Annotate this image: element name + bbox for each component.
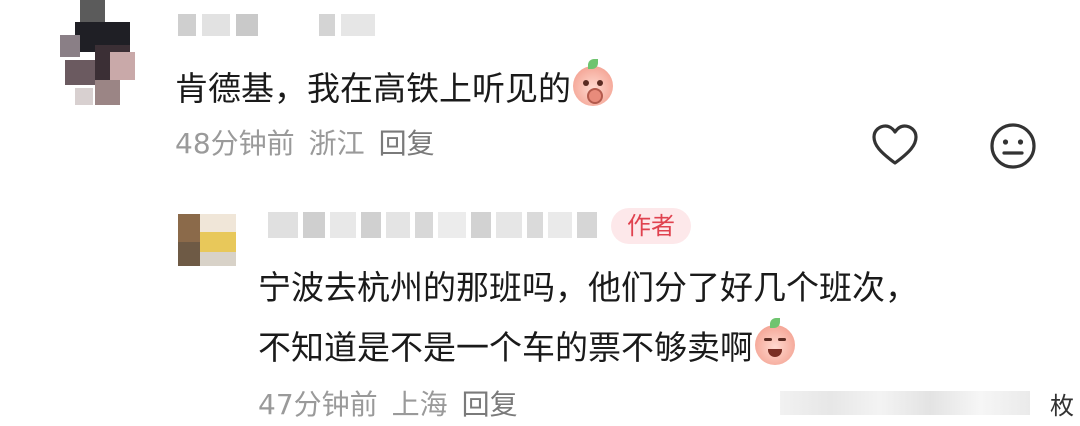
neutral-face-icon[interactable] [988, 121, 1038, 171]
reply-location: 上海 [391, 388, 448, 421]
like-heart-icon[interactable] [870, 121, 920, 171]
reply-time: 47分钟前 [258, 388, 378, 421]
reply-text-line2-content: 不知道是不是一个车的票不够卖啊 [258, 328, 753, 367]
comment-text-content: 肯德基，我在高铁上听见的 [175, 69, 571, 108]
reply-name-blurred[interactable] [268, 212, 602, 246]
author-badge: 作者 [611, 208, 691, 244]
crying-laughing-emoji-icon [755, 318, 795, 365]
comment-meta: 48分钟前 浙江 回复 [175, 127, 449, 161]
reply-text-line2: 不知道是不是一个车的票不够卖啊 [258, 318, 795, 368]
commenter-avatar[interactable] [55, 0, 150, 105]
commenter-name-blurred[interactable] [178, 14, 381, 40]
reply-reply-button[interactable]: 回复 [462, 388, 518, 421]
reply-avatar[interactable] [178, 214, 236, 266]
watermark-blurred [780, 391, 1030, 415]
comment-time: 48分钟前 [175, 127, 295, 160]
reply-text-line1: 宁波去杭州的那班吗，他们分了好几个班次， [258, 268, 918, 307]
comment-text: 肯德基，我在高铁上听见的 [175, 59, 613, 109]
reply-meta: 47分钟前 上海 回复 [258, 388, 532, 422]
covering-mouth-emoji-icon [573, 59, 613, 106]
comment-location: 浙江 [308, 127, 365, 160]
watermark-count-suffix: 枚 [1050, 392, 1074, 420]
comment-reply-button[interactable]: 回复 [379, 127, 435, 160]
